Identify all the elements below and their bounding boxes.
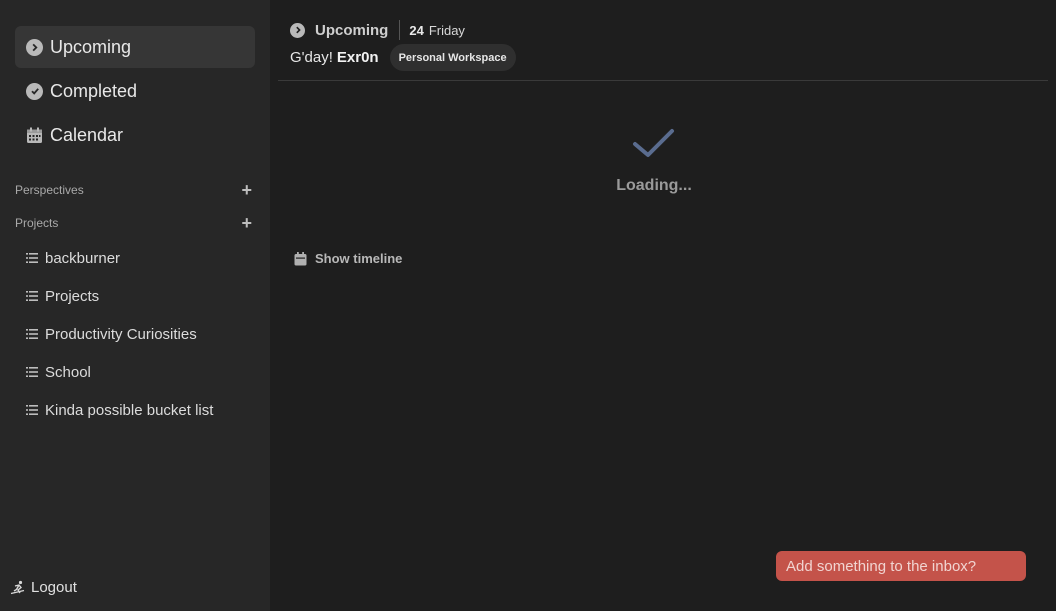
project-item-school[interactable]: School: [0, 353, 270, 391]
workspace-badge[interactable]: Personal Workspace: [389, 44, 516, 71]
perspectives-label: Perspectives: [15, 183, 84, 197]
checkmark-icon: [633, 129, 674, 157]
main-content: Upcoming 24 Friday G'day! Exr0n Personal…: [270, 0, 1056, 611]
add-project-button[interactable]: +: [241, 214, 252, 232]
nav-upcoming-label: Upcoming: [50, 36, 132, 57]
date-day: Friday: [428, 22, 465, 38]
project-label: backburner: [45, 249, 121, 267]
list-icon: [26, 329, 38, 339]
project-item-productivity-curiosities[interactable]: Productivity Curiosities: [0, 315, 270, 353]
project-item-projects[interactable]: Projects: [0, 277, 270, 315]
inbox-input[interactable]: [776, 551, 1026, 581]
nav-upcoming[interactable]: Upcoming: [15, 26, 255, 68]
nav-calendar-label: Calendar: [50, 124, 124, 145]
header-title-row: Upcoming 24 Friday: [290, 20, 465, 40]
project-list: backburner Projects Productivity Curiosi…: [0, 239, 270, 429]
project-label: School: [45, 363, 91, 381]
greeting-text: G'day!: [290, 49, 333, 66]
sidebar: Upcoming Completed Calendar Perspectives…: [0, 0, 270, 611]
projects-header: Projects +: [0, 213, 270, 233]
loading-indicator: Loading...: [550, 125, 758, 195]
nav-completed[interactable]: Completed: [15, 70, 255, 112]
calendar-icon: [294, 251, 307, 266]
loading-text: Loading...: [616, 177, 692, 194]
page-title: Upcoming: [315, 21, 389, 39]
calendar-icon: [26, 127, 43, 144]
project-label: Projects: [45, 287, 100, 305]
list-icon: [26, 253, 38, 263]
app-root: Upcoming Completed Calendar Perspectives…: [0, 0, 1056, 611]
header-divider: [399, 20, 401, 40]
logout-label: Logout: [31, 579, 77, 596]
add-perspective-button[interactable]: +: [241, 181, 252, 199]
nav-calendar[interactable]: Calendar: [15, 114, 255, 156]
date-number: 24: [409, 22, 424, 38]
project-label: Productivity Curiosities: [45, 325, 197, 343]
chevron-right-circle-icon: [290, 22, 305, 38]
nav-completed-label: Completed: [50, 80, 138, 101]
show-timeline-label: Show timeline: [315, 251, 403, 266]
list-icon: [26, 405, 38, 415]
projects-label: Projects: [15, 216, 59, 230]
logout-button[interactable]: Logout: [10, 579, 77, 596]
project-item-backburner[interactable]: backburner: [0, 239, 270, 277]
list-icon: [26, 291, 38, 301]
project-item-bucket-list[interactable]: Kinda possible bucket list: [0, 391, 270, 429]
username: Exr0n: [336, 49, 379, 66]
show-timeline-button[interactable]: Show timeline: [294, 251, 402, 266]
greeting-row: G'day! Exr0n Personal Workspace: [290, 44, 516, 71]
chevron-right-circle-icon: [26, 38, 43, 56]
page-header: Upcoming 24 Friday G'day! Exr0n Personal…: [278, 0, 1048, 81]
perspectives-header: Perspectives +: [0, 180, 270, 200]
snowboarder-icon: [10, 580, 26, 596]
project-label: Kinda possible bucket list: [45, 401, 214, 419]
list-icon: [26, 367, 38, 377]
check-circle-icon: [26, 82, 43, 100]
